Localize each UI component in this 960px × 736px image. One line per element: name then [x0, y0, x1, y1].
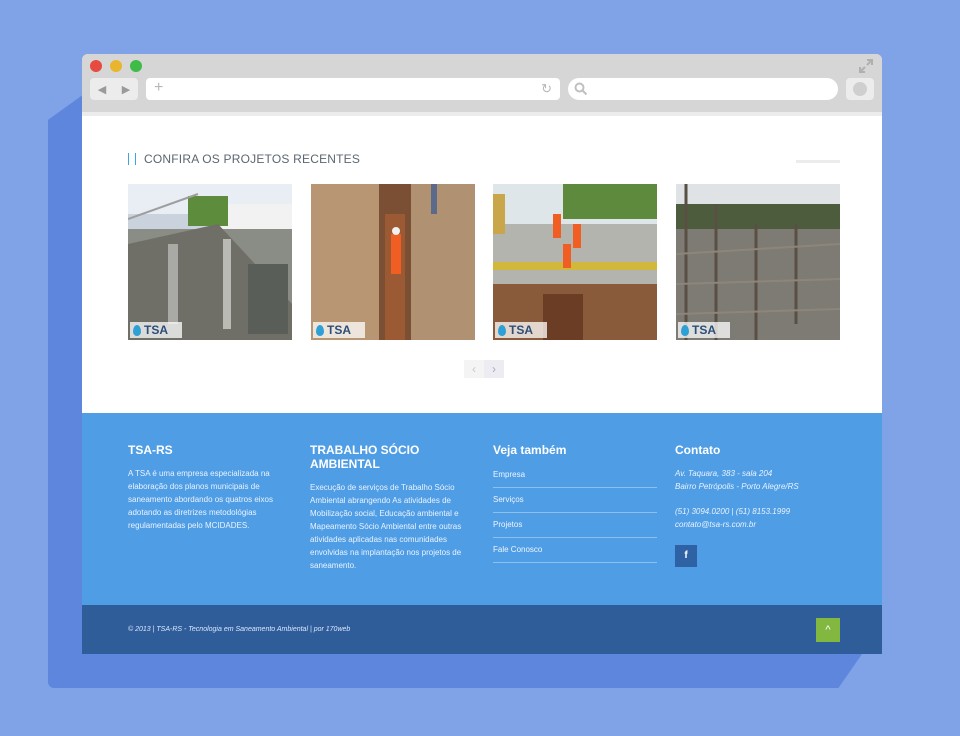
forward-arrow-icon[interactable]: ▶: [122, 83, 130, 96]
browser-window: ◀ ▶ + ↻ CONFIRA OS PROJETOS RECENTES TSA…: [82, 54, 882, 654]
back-arrow-icon[interactable]: ◀: [98, 83, 106, 96]
water-drop-icon: [133, 324, 141, 336]
footer-links: Veja também Empresa Serviços Projetos Fa…: [493, 443, 659, 567]
tsa-logo: TSA: [495, 322, 547, 338]
prev-chevron-icon[interactable]: ‹: [464, 360, 484, 378]
project-photo-street-works: [493, 184, 657, 340]
project-thumbnail[interactable]: TSA: [676, 184, 840, 340]
water-drop-icon: [681, 324, 689, 336]
tsa-logo: TSA: [678, 322, 730, 338]
project-thumbnail[interactable]: TSA: [311, 184, 475, 340]
section-title: CONFIRA OS PROJETOS RECENTES: [128, 152, 360, 166]
nav-buttons: ◀ ▶: [90, 78, 138, 100]
footer-link-servicos[interactable]: Serviços: [493, 492, 657, 513]
circle-icon: [853, 82, 867, 96]
extension-button[interactable]: [846, 78, 874, 100]
footer-about: TSA-RS A TSA é uma empresa especializada…: [128, 443, 278, 532]
footer-link-fale-conosco[interactable]: Fale Conosco: [493, 542, 657, 563]
about-title: TSA-RS: [128, 443, 173, 457]
browser-chrome: ◀ ▶ + ↻: [82, 54, 882, 116]
project-gallery: TSA TSA TSA TSA: [128, 184, 840, 340]
logo-text: TSA: [509, 323, 533, 337]
minimize-window-button[interactable]: [110, 60, 122, 72]
title-divider-accent: [796, 160, 840, 163]
logo-text: TSA: [144, 323, 168, 337]
title-marker-icon: [128, 153, 136, 165]
tsa-logo: TSA: [313, 322, 365, 338]
logo-text: TSA: [692, 323, 716, 337]
project-photo-scaffolding: [676, 184, 840, 340]
contact-phones: (51) 3094.0200 | (51) 8153.1999: [675, 507, 791, 516]
contact-email[interactable]: contato@tsa-rs.com.br: [675, 518, 835, 531]
footer-link-projetos[interactable]: Projetos: [493, 517, 657, 538]
facebook-icon[interactable]: f: [675, 545, 697, 567]
contact-address-line2: Bairro Petrópolis - Porto Alegre/RS: [675, 482, 799, 491]
project-photo-construction-tank: [128, 184, 292, 340]
close-window-button[interactable]: [90, 60, 102, 72]
trabalho-text: Execução de serviços de Trabalho Sócio A…: [310, 483, 462, 570]
section-title-text: CONFIRA OS PROJETOS RECENTES: [144, 152, 361, 166]
search-icon: [574, 82, 588, 96]
footer-link-empresa[interactable]: Empresa: [493, 467, 657, 488]
tsa-logo: TSA: [130, 322, 182, 338]
footer-contact: Contato Av. Taquara, 383 - sala 204 Bair…: [675, 443, 835, 573]
water-drop-icon: [316, 324, 324, 336]
new-tab-icon[interactable]: +: [154, 79, 163, 97]
next-chevron-icon[interactable]: ›: [484, 360, 504, 378]
maximize-window-button[interactable]: [130, 60, 142, 72]
contact-title: Contato: [675, 443, 721, 457]
back-to-top-button[interactable]: ^: [816, 618, 840, 642]
trabalho-title: TRABALHO SÓCIO AMBIENTAL: [310, 443, 420, 471]
project-photo-trench: [311, 184, 475, 340]
bottom-bar: © 2013 | TSA-RS - Tecnologia em Saneamen…: [82, 605, 882, 654]
copyright-text: © 2013 | TSA-RS - Tecnologia em Saneamen…: [128, 626, 351, 633]
fullscreen-icon[interactable]: [858, 58, 874, 74]
carousel-pager: ‹ ›: [464, 360, 504, 378]
contact-address-line1: Av. Taquara, 383 - sala 204: [675, 469, 773, 478]
about-text: A TSA é uma empresa especializada na ela…: [128, 469, 273, 530]
address-bar[interactable]: + ↻: [146, 78, 560, 100]
site-footer: TSA-RS A TSA é uma empresa especializada…: [82, 413, 882, 605]
reload-icon[interactable]: ↻: [541, 81, 552, 97]
recent-projects-section: CONFIRA OS PROJETOS RECENTES TSA TSA TSA…: [82, 116, 882, 413]
search-input[interactable]: [568, 78, 838, 100]
logo-text: TSA: [327, 323, 351, 337]
project-thumbnail[interactable]: TSA: [128, 184, 292, 340]
footer-links-list: Empresa Serviços Projetos Fale Conosco: [493, 467, 659, 563]
links-title: Veja também: [493, 443, 567, 457]
project-thumbnail[interactable]: TSA: [493, 184, 657, 340]
water-drop-icon: [498, 324, 506, 336]
footer-trabalho: TRABALHO SÓCIO AMBIENTAL Execução de ser…: [310, 443, 472, 572]
